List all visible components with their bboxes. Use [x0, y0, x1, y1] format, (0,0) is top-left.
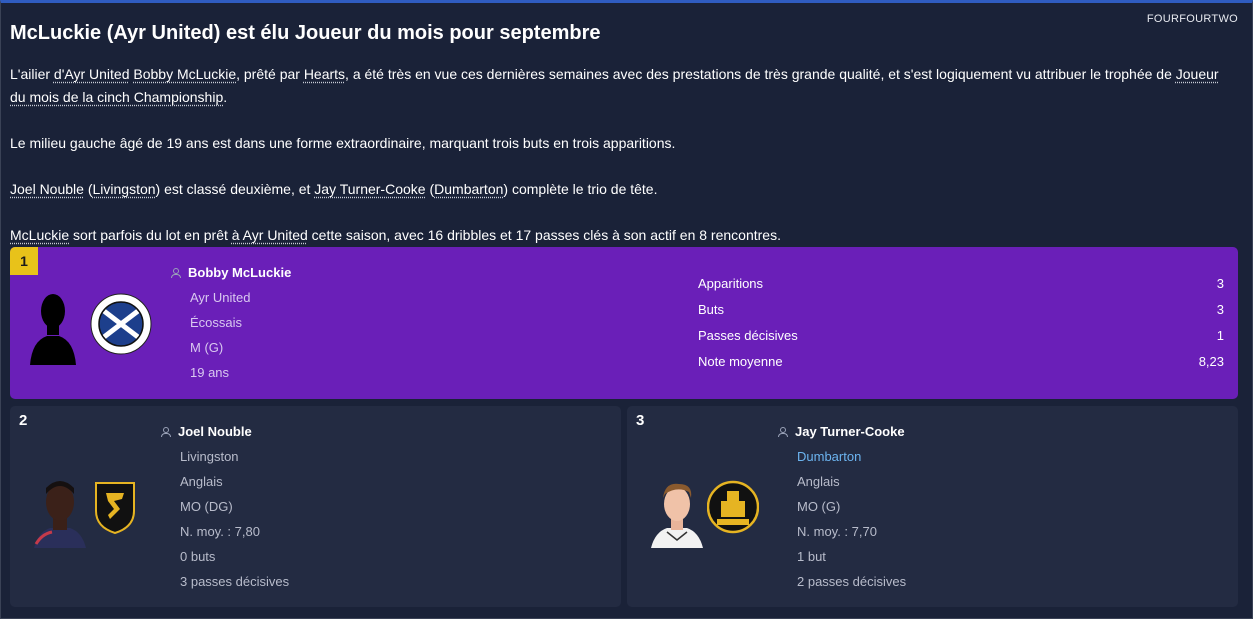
stat-row: Buts 3	[698, 297, 1224, 323]
club-link-hearts[interactable]: Hearts	[304, 66, 345, 82]
player-name-text: Bobby McLuckie	[188, 265, 292, 280]
stat-value: 3	[1216, 276, 1224, 291]
rank-number: 3	[636, 412, 645, 429]
player-position: M (G)	[190, 340, 224, 355]
player-name-winner[interactable]: Bobby McLuckie	[171, 265, 291, 280]
player-position: MO (G)	[797, 499, 841, 514]
paragraph-1: L'ailier d'Ayr United Bobby McLuckie, pr…	[10, 63, 1235, 109]
player-assists: 3 passes décisives	[180, 574, 290, 589]
player-link-turner-cooke[interactable]: Jay Turner-Cooke	[314, 181, 425, 197]
text-span: sort parfois du lot en prêt	[69, 227, 232, 243]
player-name-third[interactable]: Jay Turner-Cooke	[778, 424, 905, 439]
rank-number: 2	[19, 412, 28, 429]
stat-label: Note moyenne	[698, 354, 783, 369]
player-position: MO (DG)	[180, 499, 233, 514]
third-place-card[interactable]: 3 Jay Turner-Cooke Dumbarton Anglais MO …	[627, 406, 1238, 607]
text-span: cette saison, avec 16 dribbles et 17 pas…	[307, 227, 781, 243]
player-rating: N. moy. : 7,80	[180, 524, 260, 539]
player-age: 19 ans	[190, 365, 230, 380]
player-rating: N. moy. : 7,70	[797, 524, 877, 539]
stat-label: Apparitions	[698, 276, 764, 291]
stat-row: Passes décisives 1	[698, 323, 1224, 349]
player-silhouette-icon	[30, 294, 76, 365]
player-name-second[interactable]: Joel Nouble	[161, 424, 252, 439]
player-name-text: Jay Turner-Cooke	[795, 424, 905, 439]
player-photo-icon	[649, 476, 705, 548]
person-icon	[171, 267, 181, 278]
player-goals: 1 but	[797, 549, 826, 564]
player-photo-icon	[32, 476, 88, 548]
player-assists: 2 passes décisives	[797, 574, 907, 589]
player-link-nouble[interactable]: Joel Nouble	[10, 181, 84, 197]
news-title: McLuckie (Ayr United) est élu Joueur du …	[10, 22, 601, 44]
person-icon	[161, 426, 171, 437]
text-span: L'ailier	[10, 66, 54, 82]
livingston-crest-icon	[95, 482, 135, 535]
text-span: (	[83, 181, 93, 197]
club-link-livingston[interactable]: Livingston	[93, 181, 156, 197]
player-nation: Anglais	[797, 474, 840, 489]
player-link-mcluckie-2[interactable]: McLuckie	[10, 227, 69, 243]
runner-up-card[interactable]: 2 Joel Nouble Livingston Anglais MO (DG)…	[10, 406, 621, 607]
player-info: Dumbarton Anglais MO (G) N. moy. : 7,70 …	[797, 444, 906, 594]
text-span: , prêté par	[236, 66, 304, 82]
text-span: ) est classé deuxième, et	[155, 181, 315, 197]
player-link-mcluckie[interactable]: Bobby McLuckie	[133, 66, 236, 82]
news-body: L'ailier d'Ayr United Bobby McLuckie, pr…	[10, 63, 1235, 247]
stat-value: 3	[1216, 302, 1224, 317]
stat-value: 8,23	[1198, 354, 1224, 369]
text-span: , a été très en vue ces dernières semain…	[345, 66, 1176, 82]
ayr-united-crest-icon	[90, 293, 152, 355]
stat-label: Passes décisives	[698, 328, 798, 343]
club-link-ayr-2[interactable]: à Ayr United	[232, 227, 308, 243]
paragraph-4: McLuckie sort parfois du lot en prêt à A…	[10, 224, 1235, 247]
player-club[interactable]: Livingston	[180, 444, 289, 469]
winner-stats: Apparitions 3 Buts 3 Passes décisives 1 Not…	[698, 271, 1224, 375]
text-span: .	[223, 89, 228, 105]
stat-row: Apparitions 3	[698, 271, 1224, 297]
news-source: FOURFOURTWO	[1146, 13, 1238, 25]
player-nation: Anglais	[180, 474, 223, 489]
stat-label: Buts	[698, 302, 725, 317]
text-span: (	[425, 181, 435, 197]
paragraph-2: Le milieu gauche âgé de 19 ans est dans …	[10, 135, 676, 151]
stat-value: 1	[1216, 328, 1224, 343]
rank-badge: 1	[10, 247, 38, 275]
player-info: Ayr United Écossais M (G) 19 ans	[190, 285, 250, 385]
paragraph-3: Joel Nouble (Livingston) est classé deux…	[10, 178, 1235, 201]
news-panel: FOURFOURTWO McLuckie (Ayr United) est él…	[0, 0, 1253, 619]
text-span: ) complète le trio de tête.	[503, 181, 658, 197]
player-name-text: Joel Nouble	[178, 424, 252, 439]
stat-row: Note moyenne 8,23	[698, 349, 1224, 375]
player-info: Livingston Anglais MO (DG) N. moy. : 7,8…	[180, 444, 289, 594]
player-club[interactable]: Dumbarton	[797, 444, 906, 469]
club-link-ayr[interactable]: d'Ayr United	[54, 66, 130, 82]
player-club[interactable]: Ayr United	[190, 285, 250, 310]
player-nation: Écossais	[190, 315, 243, 330]
club-link-dumbarton[interactable]: Dumbarton	[434, 181, 503, 197]
dumbarton-crest-icon	[707, 480, 759, 534]
winner-card[interactable]: 1 Bobby McLuckie Ayr United Écossais M (…	[10, 247, 1238, 399]
person-icon	[778, 426, 788, 437]
player-goals: 0 buts	[180, 549, 216, 564]
